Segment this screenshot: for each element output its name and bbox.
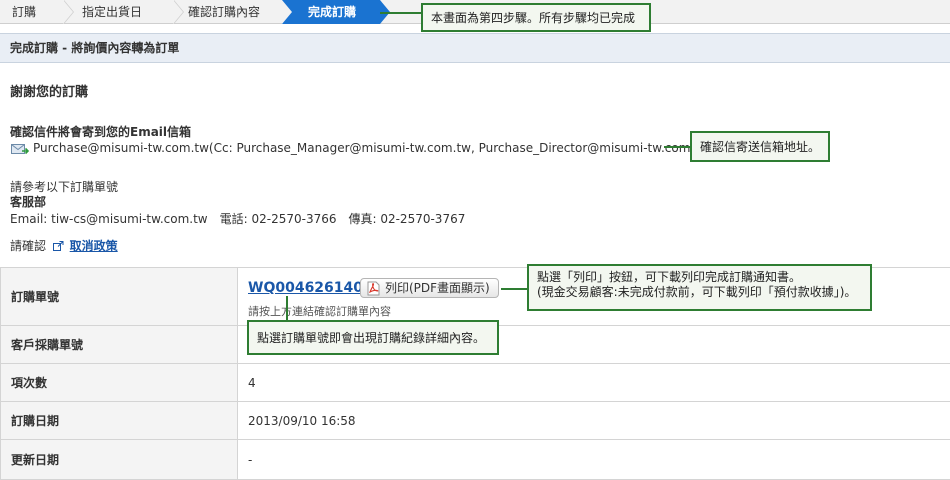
- callout-connector: [501, 288, 528, 290]
- order-date-value: 2013/09/10 16:58: [248, 413, 356, 428]
- cancel-prefix: 請確認: [10, 239, 47, 253]
- callout-connector: [286, 296, 288, 320]
- step-confirm: 確認訂購內容: [184, 0, 282, 24]
- callout-print: 點選「列印」按鈕，可下載列印完成訂購通知書。 (現金交易顧客:未完成付款前，可下…: [527, 264, 872, 311]
- step-label: 完成訂購: [308, 5, 357, 19]
- chevron-right-icon: [282, 0, 292, 24]
- order-hint: 請按上方連結確認訂購單內容: [248, 305, 391, 318]
- callout-connector: [664, 146, 691, 148]
- email-block-title: 確認信件將會寄到您的Email信箱: [10, 125, 192, 139]
- callout-step4: 本畫面為第四步驟。所有步驟均已完成: [421, 3, 651, 32]
- cancel-policy-line: 請確認 取消政策: [10, 237, 118, 254]
- order-number-link[interactable]: WQ0046261401: [248, 280, 373, 296]
- mail-icon: [11, 142, 30, 155]
- print-pdf-button[interactable]: 列印(PDF畫面顯示): [360, 278, 499, 298]
- step-label: 指定出貨日: [82, 5, 143, 19]
- items-count-value: 4: [248, 375, 256, 390]
- callout-connector: [380, 12, 422, 14]
- step-ship-date: 指定出貨日: [74, 0, 184, 24]
- update-date-label: 更新日期: [0, 440, 238, 479]
- thanks-heading: 謝謝您的訂購: [10, 85, 89, 100]
- items-count-label: 項次數: [0, 364, 238, 401]
- callout-print-line1: 點選「列印」按鈕，可下載列印完成訂購通知書。: [537, 270, 802, 284]
- step-order: 訂購: [0, 0, 74, 24]
- step-label: 訂購: [12, 5, 37, 19]
- update-date-value: -: [248, 452, 253, 467]
- customer-service-dept: 客服部: [10, 195, 47, 209]
- customer-po-label: 客戶採購單號: [0, 326, 238, 363]
- cancel-policy-link[interactable]: 取消政策: [70, 239, 118, 253]
- step-complete: 完成訂購: [282, 0, 380, 24]
- order-date-label: 訂購日期: [0, 402, 238, 439]
- print-button-label: 列印(PDF畫面顯示): [385, 281, 490, 295]
- callout-email: 確認信寄送信箱地址。: [690, 131, 830, 162]
- order-no-label: 訂購單號: [0, 268, 238, 325]
- step-label: 確認訂購內容: [188, 5, 261, 19]
- contact-info: Email: tiw-cs@misumi-tw.com.tw 電話: 02-25…: [10, 212, 466, 226]
- table-row: 更新日期 -: [0, 440, 950, 480]
- callout-order-no: 點選訂購單號即會出現訂購紀錄詳細內容。: [247, 320, 499, 355]
- table-row: 項次數 4: [0, 364, 950, 402]
- email-address: Purchase@misumi-tw.com.tw(Cc: Purchase_M…: [33, 141, 714, 155]
- external-link-icon: [52, 240, 64, 251]
- table-row: 訂購日期 2013/09/10 16:58: [0, 402, 950, 440]
- callout-print-line2: (現金交易顧客:未完成付款前，可下載列印「預付款收據」)。: [537, 285, 857, 299]
- pdf-icon: [367, 281, 380, 296]
- section-title: 完成訂購 - 將詢價內容轉為訂單: [0, 33, 950, 63]
